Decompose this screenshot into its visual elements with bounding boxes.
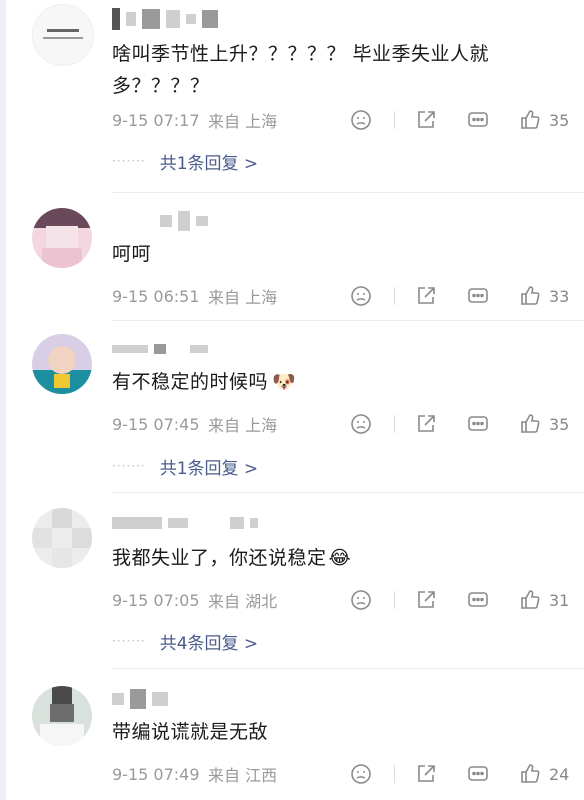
comment-actions: 24: [348, 760, 569, 788]
comment-location: 来自 上海: [208, 416, 278, 435]
comment-time: 9-15 07:45: [112, 414, 200, 434]
username-pixelated[interactable]: [112, 688, 168, 710]
username-pixelated[interactable]: [112, 8, 218, 30]
username-pixelated[interactable]: [160, 210, 208, 232]
laughing-crying-emoji-icon: 😂: [328, 547, 352, 569]
dislike-icon[interactable]: [348, 107, 374, 133]
view-replies-link[interactable]: ······· 共1条回复 >: [112, 148, 258, 174]
comment-icon[interactable]: [465, 761, 491, 787]
avatar[interactable]: [32, 508, 92, 568]
comment-divider: [112, 192, 584, 193]
like-icon[interactable]: [517, 107, 543, 133]
comment-icon[interactable]: [465, 107, 491, 133]
view-replies-link[interactable]: ······· 共4条回复 >: [112, 628, 258, 654]
comment-actions: 35: [348, 106, 569, 134]
comment-text: 带编说谎就是无敌: [112, 721, 269, 743]
divider-line: [394, 415, 395, 433]
comment-actions: 33: [348, 282, 569, 310]
comment-divider: [112, 320, 584, 321]
share-icon[interactable]: [413, 107, 439, 133]
dislike-icon[interactable]: [348, 411, 374, 437]
like-count: 33: [549, 286, 570, 306]
comment-text: 呵呵: [112, 243, 152, 265]
like-count: 35: [549, 414, 570, 434]
like-icon[interactable]: [517, 411, 543, 437]
share-icon[interactable]: [413, 587, 439, 613]
comment-time: 9-15 07:49: [112, 764, 200, 784]
dislike-icon[interactable]: [348, 587, 374, 613]
comment-icon[interactable]: [465, 411, 491, 437]
divider-line: [394, 287, 395, 305]
dislike-icon[interactable]: [348, 283, 374, 309]
comment-icon[interactable]: [465, 283, 491, 309]
avatar[interactable]: [32, 4, 94, 66]
comment-location: 来自 江西: [208, 766, 278, 785]
like-icon[interactable]: [517, 761, 543, 787]
divider-line: [394, 765, 395, 783]
username-pixelated[interactable]: [112, 512, 258, 534]
left-edge-bar: [0, 0, 6, 800]
doge-emoji-icon: 🐶: [272, 371, 297, 393]
avatar[interactable]: [32, 334, 92, 394]
like-count: 35: [549, 110, 570, 130]
share-icon[interactable]: [413, 761, 439, 787]
divider-line: [394, 591, 395, 609]
like-icon[interactable]: [517, 283, 543, 309]
dislike-icon[interactable]: [348, 761, 374, 787]
comment-divider: [112, 668, 584, 669]
username-pixelated[interactable]: [112, 338, 208, 360]
avatar[interactable]: [32, 208, 92, 268]
comment-divider: [112, 492, 584, 493]
comment-location: 来自 上海: [208, 112, 278, 131]
comment-time: 9-15 06:51: [112, 286, 200, 306]
comment-location: 来自 湖北: [208, 592, 278, 611]
share-icon[interactable]: [413, 283, 439, 309]
comment-icon[interactable]: [465, 587, 491, 613]
view-replies-link[interactable]: ······· 共1条回复 >: [112, 453, 258, 479]
comment-text: 啥叫季节性上升？？？？？ 毕业季失业人就多？？？？: [112, 43, 490, 97]
like-count: 24: [549, 764, 570, 784]
like-icon[interactable]: [517, 587, 543, 613]
comment-location: 来自 上海: [208, 288, 278, 307]
comment-actions: 31: [348, 586, 569, 614]
avatar[interactable]: [32, 686, 92, 746]
share-icon[interactable]: [413, 411, 439, 437]
comment-time: 9-15 07:17: [112, 110, 200, 130]
comment-actions: 35: [348, 410, 569, 438]
divider-line: [394, 111, 395, 129]
comment-text: 有不稳定的时候吗 🐶: [112, 371, 297, 393]
comment-text: 我都失业了，你还说稳定 😂: [112, 547, 352, 569]
comment-time: 9-15 07:05: [112, 590, 200, 610]
like-count: 31: [549, 590, 570, 610]
